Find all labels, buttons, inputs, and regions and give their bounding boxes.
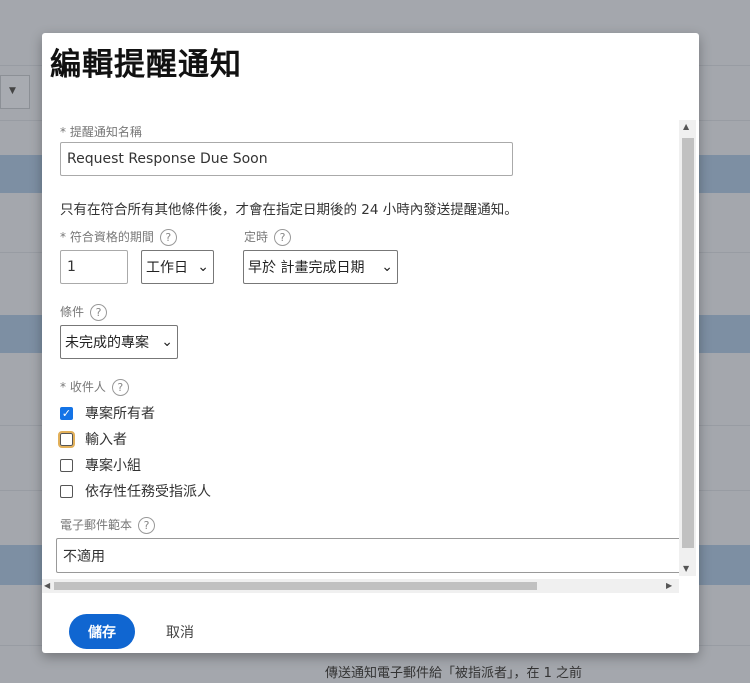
condition-label: 條件 — [60, 305, 85, 319]
name-input[interactable]: Request Response Due Soon — [60, 142, 513, 176]
cancel-button[interactable]: 取消 — [166, 622, 194, 642]
scrollbar-thumb[interactable] — [54, 582, 537, 590]
dialog-title: 編輯提醒通知 — [50, 47, 242, 83]
recipients-label: * 收件人 — [60, 380, 106, 394]
info-text: 只有在符合所有其他條件後，才會在指定日期後的 24 小時內發送提醒通知。 — [60, 202, 518, 218]
background-footer-text: 傳送通知電子郵件給「被指派者」，在 1 之前 — [325, 666, 583, 681]
chevron-down-icon: ⌄ — [197, 259, 209, 275]
save-button[interactable]: 儲存 — [69, 614, 135, 649]
background-dropdown: ▼ — [0, 75, 30, 109]
help-icon[interactable]: ? — [90, 304, 108, 321]
scrollbar-thumb[interactable] — [682, 138, 694, 548]
chevron-down-icon: ⌄ — [161, 334, 173, 350]
checkbox-icon — [60, 484, 73, 498]
scroll-right-icon[interactable]: ▶ — [666, 581, 672, 590]
checkmark-icon: ✓ — [60, 406, 73, 420]
recipient-label: 專案所有者 — [85, 406, 155, 422]
timing-select[interactable]: 早於 計畫完成日期 ⌄ — [243, 250, 398, 284]
chevron-down-icon: ⌄ — [381, 259, 393, 275]
scroll-down-icon[interactable]: ▼ — [683, 564, 689, 573]
scroll-up-icon[interactable]: ▲ — [683, 122, 689, 131]
timing-label: 定時 — [244, 230, 269, 244]
period-label: * 符合資格的期間 — [60, 230, 154, 244]
period-unit-select[interactable]: 工作日 ⌄ — [141, 250, 214, 284]
period-input[interactable]: 1 — [60, 250, 128, 284]
horizontal-scrollbar[interactable]: ◀ ▶ — [42, 579, 679, 593]
help-icon[interactable]: ? — [159, 229, 177, 246]
checkbox-icon — [60, 458, 73, 472]
checkbox-icon — [58, 430, 75, 448]
recipient-checkbox-dependency[interactable]: 依存性任務受指派人 — [60, 481, 211, 501]
recipient-checkbox-owner[interactable]: ✓ 專案所有者 — [60, 403, 155, 423]
edit-reminder-dialog: 編輯提醒通知 * 提醒通知名稱 Request Response Due Soo… — [42, 33, 699, 653]
timing-value: 早於 計畫完成日期 — [248, 260, 365, 276]
condition-value: 未完成的專案 — [65, 335, 149, 351]
recipient-checkbox-entered-by[interactable]: 輸入者 — [58, 429, 127, 449]
vertical-scrollbar[interactable]: ▲ ▼ — [679, 120, 696, 576]
recipient-label: 輸入者 — [85, 432, 127, 448]
name-label: * 提醒通知名稱 — [60, 125, 142, 139]
help-icon[interactable]: ? — [138, 517, 156, 534]
recipient-checkbox-team[interactable]: 專案小組 — [60, 455, 141, 475]
template-label: 電子郵件範本 — [60, 518, 133, 532]
dialog-scroll-area: * 提醒通知名稱 Request Response Due Soon 只有在符合… — [42, 120, 696, 590]
scroll-left-icon[interactable]: ◀ — [44, 581, 50, 590]
help-icon[interactable]: ? — [111, 379, 129, 396]
recipient-label: 專案小組 — [85, 458, 141, 474]
template-select[interactable]: 不適用 — [56, 538, 696, 573]
period-unit-value: 工作日 — [146, 260, 188, 276]
condition-select[interactable]: 未完成的專案 ⌄ — [60, 325, 178, 359]
recipient-label: 依存性任務受指派人 — [85, 484, 211, 500]
help-icon[interactable]: ? — [274, 229, 292, 246]
